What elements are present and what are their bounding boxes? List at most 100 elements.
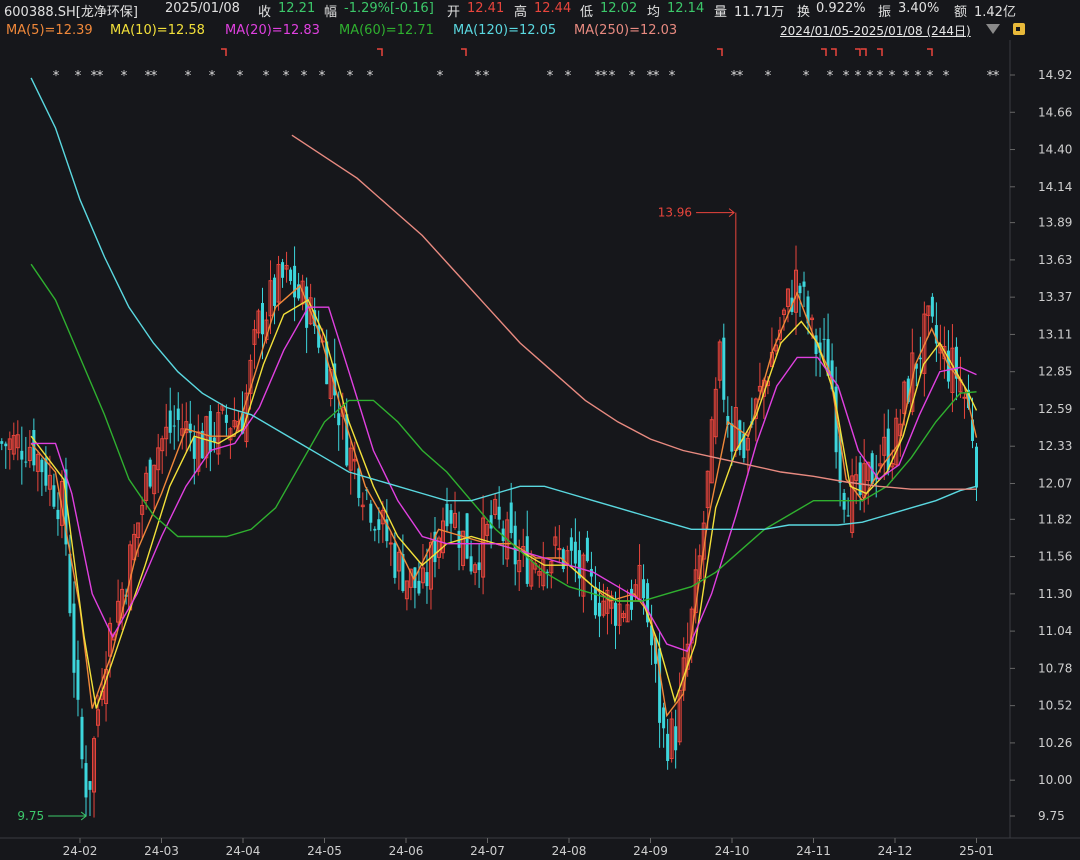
- candle-body: [975, 446, 978, 488]
- candle-body: [569, 537, 573, 551]
- x-tick-label: 24-03: [144, 844, 179, 858]
- event-marker-icon: *: [601, 69, 608, 84]
- y-tick-label: 10.52: [1038, 699, 1072, 713]
- candle-body: [369, 503, 373, 523]
- event-marker-icon: *: [927, 69, 934, 84]
- event-marker-icon: *: [867, 69, 874, 84]
- candle-body: [393, 543, 397, 578]
- candle-body: [56, 509, 60, 520]
- ma250-line: [291, 134, 977, 490]
- y-tick-label: 14.40: [1038, 143, 1072, 157]
- y-tick-label: 13.89: [1038, 216, 1072, 230]
- event-marker-icon: *: [629, 69, 636, 84]
- candle-body: [208, 411, 212, 453]
- y-tick-label: 14.66: [1038, 105, 1072, 119]
- candle-body: [497, 506, 501, 520]
- candle-body: [930, 296, 934, 317]
- y-tick-label: 13.11: [1038, 327, 1072, 341]
- event-marker-icon: *: [151, 69, 158, 84]
- candle-body: [377, 519, 381, 530]
- candle-body: [477, 562, 481, 571]
- x-tick-label: 24-12: [878, 844, 913, 858]
- candlestick-chart[interactable]: 14.92 14.66 14.40 14.14 13.89 13.63 13.37 13.11…: [0, 0, 1080, 860]
- y-tick-label: 11.56: [1038, 550, 1072, 564]
- event-marker-icon: *: [547, 69, 554, 84]
- event-marker-icon: *: [669, 69, 676, 84]
- flag-marker-icon: [861, 48, 867, 56]
- candle-body: [388, 542, 393, 545]
- event-marker-icon: *: [237, 69, 244, 84]
- candle-body: [525, 536, 529, 584]
- flag-marker-icon: [855, 48, 861, 56]
- candle-body: [4, 443, 8, 447]
- candle-body: [76, 659, 80, 700]
- y-tick-label: 13.37: [1038, 290, 1072, 304]
- x-tick-label: 24-04: [226, 844, 261, 858]
- candle-body: [918, 357, 922, 360]
- candle-body: [822, 338, 826, 340]
- y-tick-label: 9.75: [1038, 809, 1065, 823]
- event-marker-icon: *: [943, 69, 950, 84]
- candle-body: [176, 408, 180, 420]
- candle-body: [84, 763, 88, 798]
- event-marker-icon: *: [97, 69, 104, 84]
- event-marker-icon: *: [877, 69, 884, 84]
- candle-body: [188, 423, 192, 433]
- candle-body: [88, 781, 92, 790]
- event-marker-icon: *: [993, 69, 1000, 84]
- event-marker-icon: *: [609, 69, 616, 84]
- candle-body: [445, 503, 449, 527]
- y-tick-label: 12.59: [1038, 402, 1072, 416]
- candle-body: [289, 269, 293, 281]
- candle-body: [962, 396, 967, 399]
- candle-body: [20, 450, 24, 460]
- candle-body: [798, 285, 802, 294]
- candle-body: [224, 414, 228, 423]
- event-marker-icon: *: [75, 69, 82, 84]
- candle-body: [260, 302, 264, 335]
- event-marker-icon: *: [855, 69, 862, 84]
- flag-marker-icon: [717, 48, 723, 56]
- candle-body: [172, 425, 176, 427]
- y-tick-label: 12.85: [1038, 365, 1072, 379]
- candle-body: [0, 441, 4, 444]
- candle-body: [509, 502, 513, 534]
- y-tick-label: 13.63: [1038, 253, 1072, 267]
- candle-body: [192, 437, 196, 459]
- candle-body: [357, 468, 361, 498]
- candle-body: [662, 707, 666, 729]
- candle-body: [666, 733, 670, 762]
- y-tick-label: 11.30: [1038, 587, 1072, 601]
- candle-body: [642, 579, 646, 599]
- candle-body: [674, 726, 678, 751]
- candle-body: [168, 410, 172, 433]
- candle-body: [40, 459, 44, 473]
- candle-body: [337, 413, 341, 426]
- event-marker-icon: *: [437, 69, 444, 84]
- event-marker-icon: *: [367, 69, 374, 84]
- y-tick-label: 10.00: [1038, 773, 1072, 787]
- candle-body: [469, 556, 473, 572]
- annotation-label: 13.96: [658, 206, 692, 220]
- flag-marker-icon: [831, 48, 837, 56]
- event-marker-icon: *: [565, 69, 572, 84]
- x-tick-label: 24-08: [552, 844, 587, 858]
- candle-body: [613, 602, 617, 626]
- event-marker-icon: *: [827, 69, 834, 84]
- candle-body: [148, 459, 152, 487]
- x-tick-label: 24-11: [796, 844, 831, 858]
- candle-body: [80, 716, 84, 760]
- candle-body: [722, 337, 726, 400]
- x-tick-label: 25-01: [959, 844, 994, 858]
- annotation-label: 9.75: [17, 809, 44, 823]
- candle-body: [585, 537, 589, 562]
- flag-marker-icon: [377, 48, 383, 56]
- x-tick-label: 24-06: [389, 844, 424, 858]
- y-tick-label: 10.78: [1038, 661, 1072, 675]
- x-tick-label: 24-02: [63, 844, 98, 858]
- candle-body: [68, 553, 72, 614]
- flag-marker-icon: [877, 48, 883, 56]
- candle-body: [373, 528, 377, 531]
- event-marker-icon: *: [843, 69, 850, 84]
- candle-body: [802, 281, 806, 287]
